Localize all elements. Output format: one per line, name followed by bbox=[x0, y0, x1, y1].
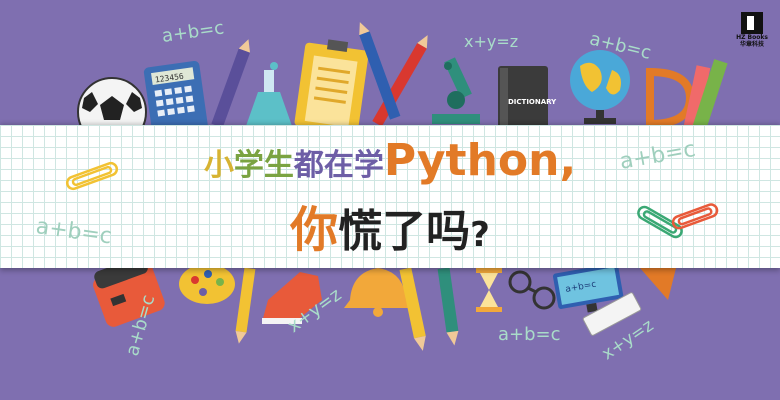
headline-line-2-char: ? bbox=[470, 215, 490, 255]
publisher-mark: HZ Books bbox=[736, 34, 768, 41]
formula-doodle: x+y=z bbox=[464, 32, 519, 51]
triangle-ruler-icon bbox=[640, 268, 676, 300]
headline-line-2-char: 你 bbox=[290, 202, 339, 258]
headline-line-1-char: 在 bbox=[323, 148, 354, 183]
headline-line-1-char: 都 bbox=[293, 148, 324, 183]
hourglass-icon bbox=[476, 268, 502, 312]
headline-line-2-char: 了 bbox=[382, 206, 427, 257]
paint-palette-icon bbox=[179, 264, 235, 304]
pencil-icon bbox=[437, 267, 459, 346]
headline-line-1: 小学生都在学Python, bbox=[0, 135, 780, 186]
publisher-name: 华章科技 bbox=[739, 41, 764, 48]
headline-line-2: 你慌了吗? bbox=[0, 190, 780, 260]
glasses-icon bbox=[508, 270, 556, 310]
headline-line-1-char: 生 bbox=[263, 148, 294, 183]
headline-line-1-char: 学 bbox=[353, 148, 384, 183]
headline-python-word: Python bbox=[383, 135, 560, 186]
headline-line-1-char: 学 bbox=[233, 148, 264, 183]
headline-comma: , bbox=[559, 135, 577, 186]
publisher-logo: HZ Books 华章科技 bbox=[735, 12, 769, 58]
banner: 123456 DICTIONARY a+b=c a+b=c x+y=z a+b=… bbox=[0, 0, 780, 400]
headline-line-2-char: 慌 bbox=[338, 206, 383, 257]
formula-doodle: a+b=c bbox=[498, 324, 561, 345]
pencil-icon bbox=[399, 267, 426, 351]
pencil-icon bbox=[235, 267, 256, 344]
headline-line-2-char: 吗 bbox=[426, 206, 471, 257]
headline-line-1-char: 小 bbox=[203, 148, 234, 183]
publisher-logo-icon bbox=[741, 12, 763, 34]
